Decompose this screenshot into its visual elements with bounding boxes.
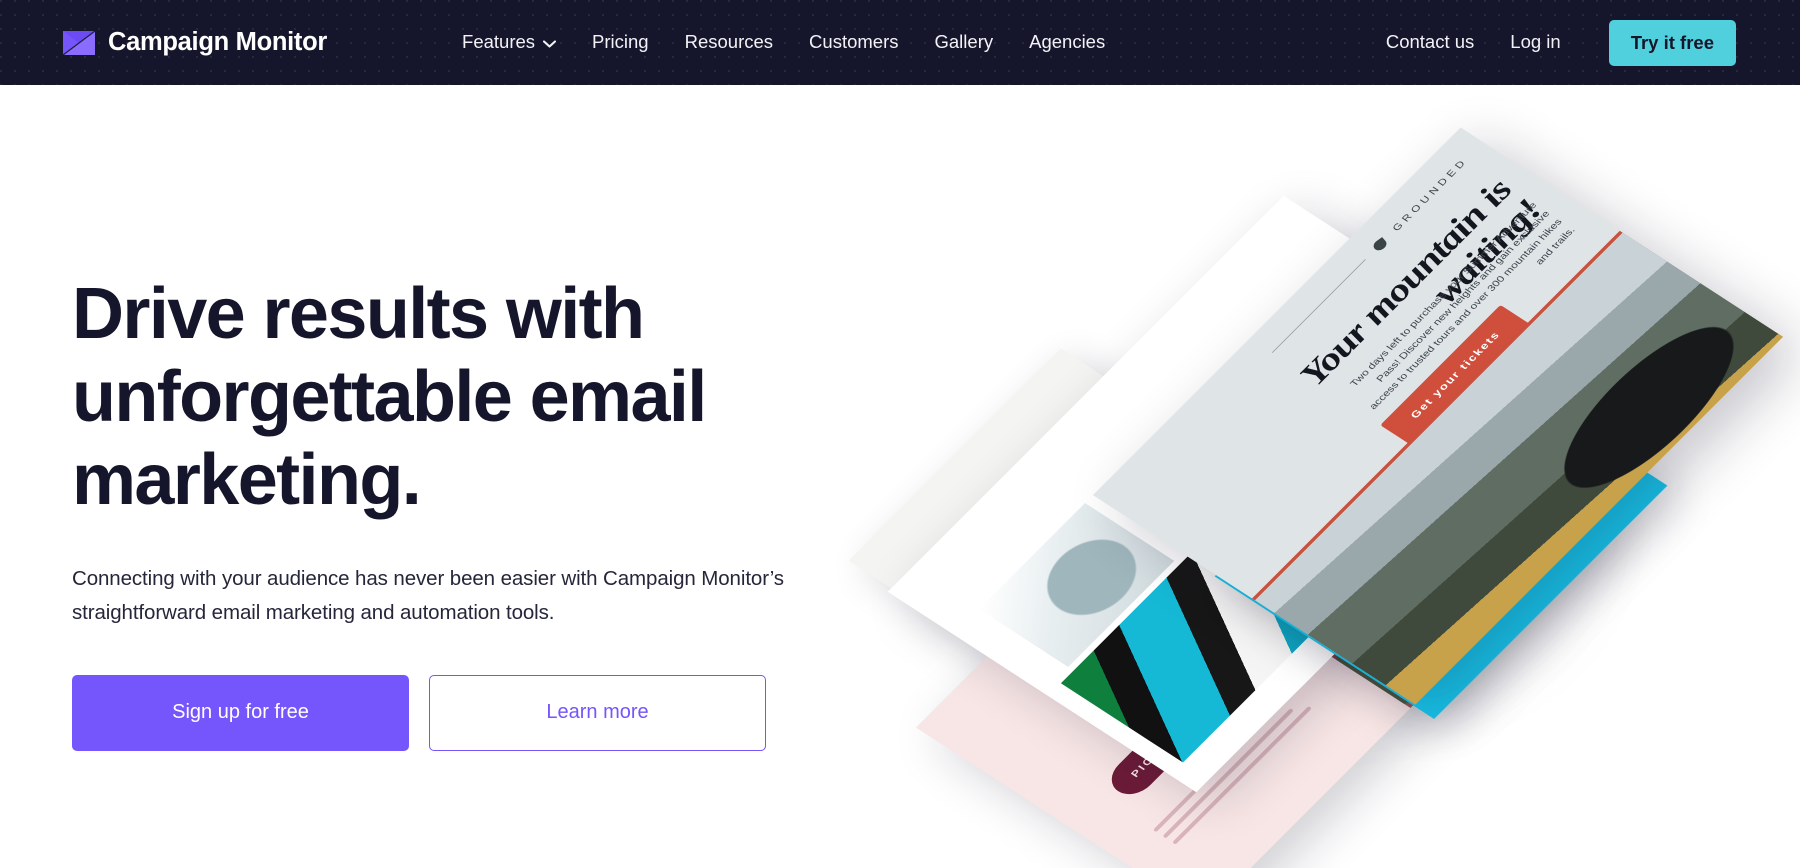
- chevron-down-icon: [543, 39, 557, 48]
- nav-item-label: Customers: [809, 31, 899, 53]
- main-navigation: Features Pricing Resources Customers Gal…: [462, 27, 1105, 58]
- page-title: Drive results with unforgettable email m…: [72, 274, 707, 521]
- hero-copy-block: Drive results with unforgettable email m…: [72, 273, 832, 751]
- nav-item-agencies[interactable]: Agencies: [1029, 27, 1105, 58]
- hero-subtitle: Connecting with your audience has never …: [72, 567, 784, 624]
- try-it-free-button[interactable]: Try it free: [1608, 19, 1736, 66]
- hero-cta-group: Sign up for free Learn more: [72, 674, 832, 751]
- sign-up-for-free-button[interactable]: Sign up for free: [72, 674, 409, 751]
- nav-item-gallery[interactable]: Gallery: [935, 27, 994, 58]
- site-header: Campaign Monitor Features Pricing Resour…: [0, 0, 1800, 85]
- nav-item-label: Resources: [684, 31, 774, 53]
- nav-item-features[interactable]: Features: [462, 27, 557, 58]
- header-utility-area: Contact us Log in Try it free: [1386, 19, 1736, 66]
- leaf-icon: [1371, 236, 1390, 253]
- nav-item-label: Gallery: [934, 31, 994, 53]
- nav-item-resources[interactable]: Resources: [685, 27, 773, 58]
- nav-item-pricing[interactable]: Pricing: [592, 27, 649, 58]
- hero-artwork: day er. PICK YOURS TODAY STEAM COOKED SL…: [848, 127, 1784, 868]
- nav-item-label: Agencies: [1029, 31, 1106, 53]
- nav-item-label: Features: [462, 31, 536, 53]
- email-template-stack: day er. PICK YOURS TODAY STEAM COOKED SL…: [848, 127, 1784, 868]
- brand-name: Campaign Monitor: [108, 27, 328, 56]
- contact-us-link[interactable]: Contact us: [1386, 27, 1474, 58]
- nav-item-customers[interactable]: Customers: [809, 27, 898, 58]
- nav-item-label: Pricing: [592, 31, 649, 53]
- hero-section: Drive results with unforgettable email m…: [0, 85, 1800, 868]
- learn-more-button[interactable]: Learn more: [429, 674, 766, 751]
- log-in-link[interactable]: Log in: [1510, 27, 1560, 58]
- campaign-monitor-envelope-icon: [63, 30, 95, 55]
- brand-logo-link[interactable]: Campaign Monitor: [63, 27, 328, 56]
